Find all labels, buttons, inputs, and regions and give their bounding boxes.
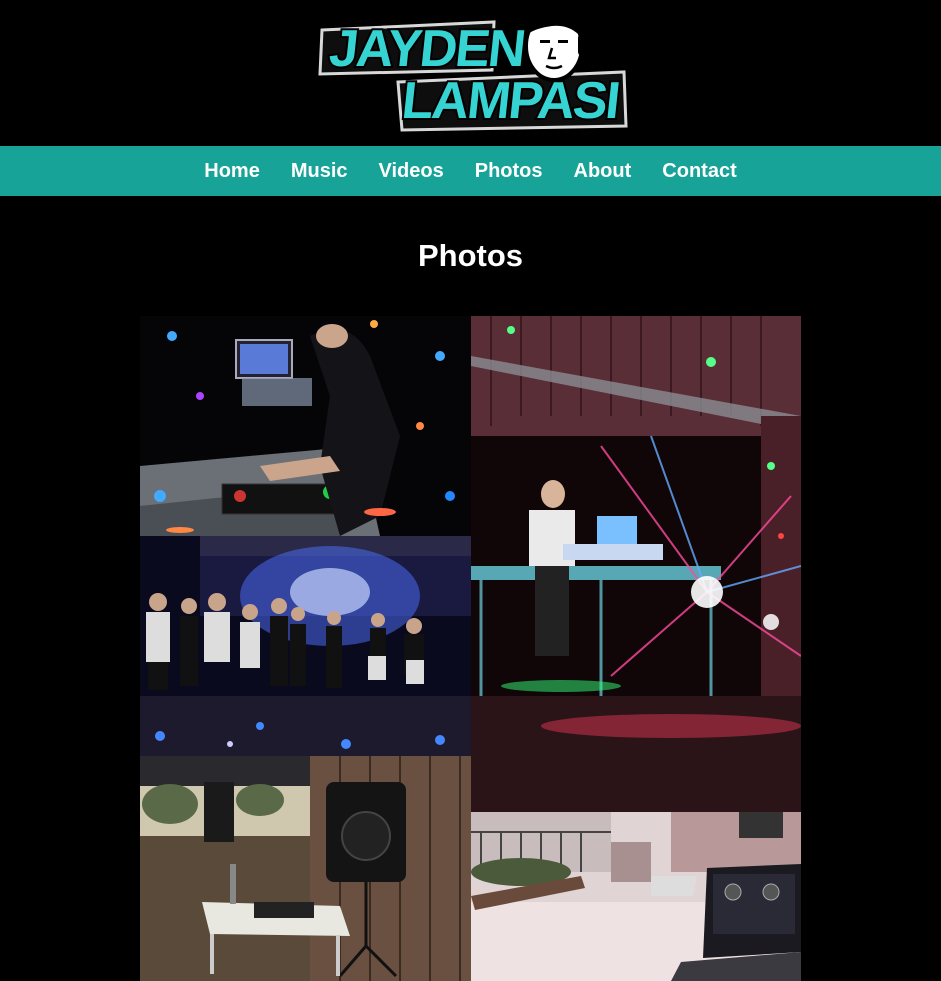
photo-dj-at-controller[interactable] <box>140 316 471 536</box>
page-title: Photos <box>417 238 524 273</box>
photo-dance-floor-crowd[interactable] <box>140 536 471 756</box>
photo-courtyard-laptop-setup[interactable] <box>471 812 801 981</box>
nav-contact[interactable]: Contact <box>662 146 736 196</box>
photo-dj-stage-with-lights[interactable] <box>471 316 801 812</box>
logo-face-icon <box>524 8 588 82</box>
logo-line-2: LAMPASI <box>399 72 621 130</box>
site-header: JAYDEN LAMPASI <box>0 0 941 146</box>
main-nav: Home Music Videos Photos About Contact <box>0 146 941 196</box>
nav-videos[interactable]: Videos <box>379 146 444 196</box>
site-logo[interactable]: JAYDEN LAMPASI <box>316 8 628 132</box>
nav-music[interactable]: Music <box>291 146 348 196</box>
nav-photos[interactable]: Photos <box>475 146 543 196</box>
logo-line-1: JAYDEN <box>327 20 527 78</box>
nav-about[interactable]: About <box>574 146 632 196</box>
photo-outdoor-speaker-setup[interactable] <box>140 756 471 981</box>
nav-home[interactable]: Home <box>204 146 260 196</box>
